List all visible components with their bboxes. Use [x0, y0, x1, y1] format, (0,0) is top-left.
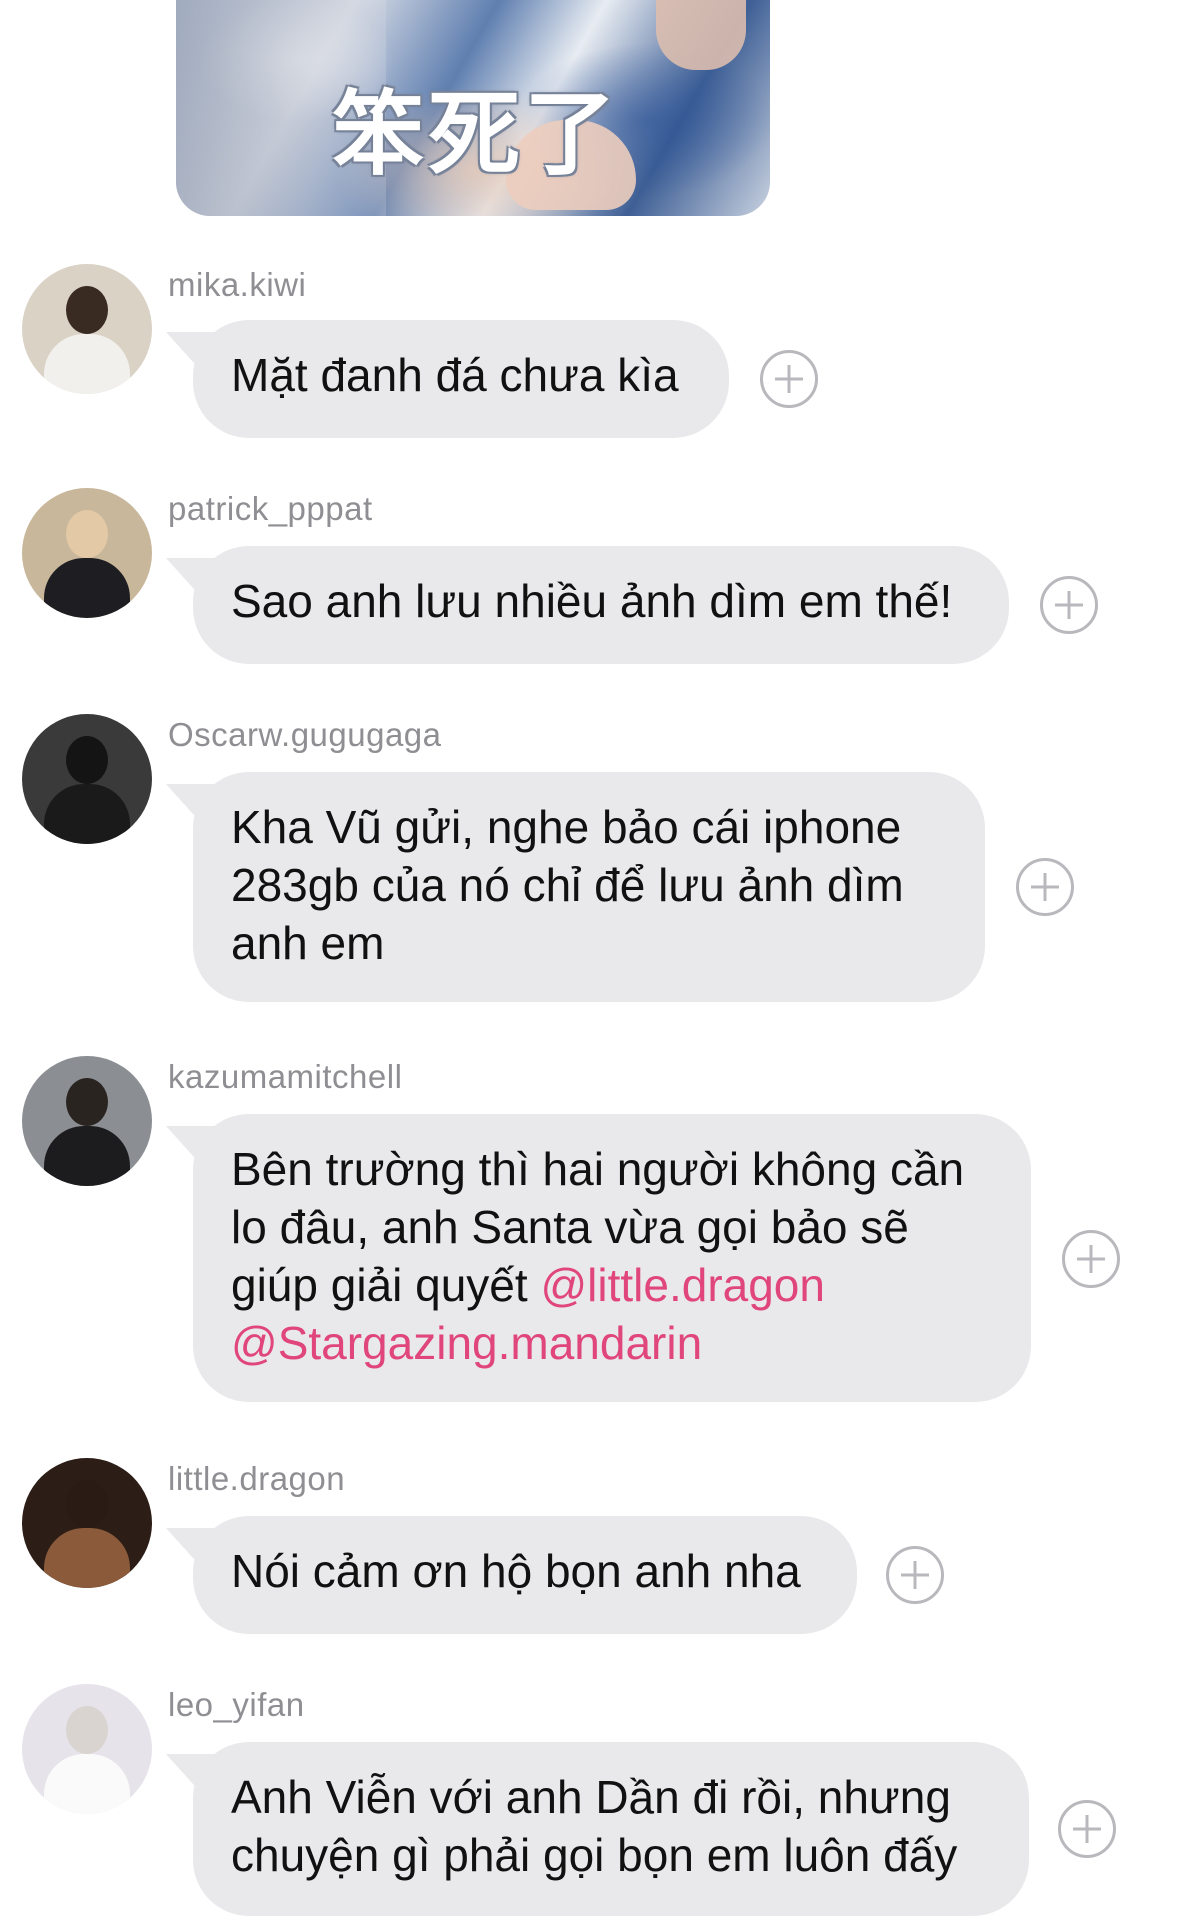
- avatar[interactable]: [22, 714, 152, 844]
- add-reaction-icon[interactable]: [1058, 1800, 1116, 1858]
- username[interactable]: patrick_pppat: [168, 490, 373, 528]
- username[interactable]: mika.kiwi: [168, 266, 306, 304]
- message-text: Sao anh lưu nhiều ảnh dìm em thế!: [231, 575, 953, 627]
- avatar[interactable]: [22, 1056, 152, 1186]
- username[interactable]: leo_yifan: [168, 1686, 305, 1724]
- message-bubble[interactable]: Sao anh lưu nhiều ảnh dìm em thế!: [193, 546, 1009, 664]
- message-bubble[interactable]: Mặt đanh đá chưa kìa: [193, 320, 729, 438]
- username[interactable]: kazumamitchell: [168, 1058, 402, 1096]
- avatar[interactable]: [22, 264, 152, 394]
- avatar[interactable]: [22, 1684, 152, 1814]
- avatar[interactable]: [22, 488, 152, 618]
- image-caption: 笨死了: [331, 81, 620, 188]
- add-reaction-icon[interactable]: [1016, 858, 1074, 916]
- username[interactable]: Oscarw.gugugaga: [168, 716, 442, 754]
- add-reaction-icon[interactable]: [1062, 1230, 1120, 1288]
- image-arm: [656, 0, 746, 70]
- message-bubble[interactable]: Nói cảm ơn hộ bọn anh nha: [193, 1516, 857, 1634]
- add-reaction-icon[interactable]: [886, 1546, 944, 1604]
- avatar[interactable]: [22, 1458, 152, 1588]
- username[interactable]: little.dragon: [168, 1460, 345, 1498]
- message-text: Anh Viễn với anh Dần đi rồi, nhưng chuyệ…: [231, 1771, 958, 1881]
- add-reaction-icon[interactable]: [1040, 576, 1098, 634]
- message-bubble[interactable]: Anh Viễn với anh Dần đi rồi, nhưng chuyệ…: [193, 1742, 1029, 1916]
- message-text: Mặt đanh đá chưa kìa: [231, 349, 679, 401]
- reaction-image[interactable]: 笨死了: [176, 0, 770, 216]
- add-reaction-icon[interactable]: [760, 350, 818, 408]
- message-bubble[interactable]: Kha Vũ gửi, nghe bảo cái iphone 283gb củ…: [193, 772, 985, 1002]
- mention-link[interactable]: @Stargazing.mandarin: [231, 1317, 702, 1369]
- mention-link[interactable]: @little.dragon: [540, 1259, 825, 1311]
- message-text: Nói cảm ơn hộ bọn anh nha: [231, 1545, 801, 1597]
- message-text: Kha Vũ gửi, nghe bảo cái iphone 283gb củ…: [231, 801, 904, 969]
- message-bubble[interactable]: Bên trường thì hai người không cần lo đâ…: [193, 1114, 1031, 1402]
